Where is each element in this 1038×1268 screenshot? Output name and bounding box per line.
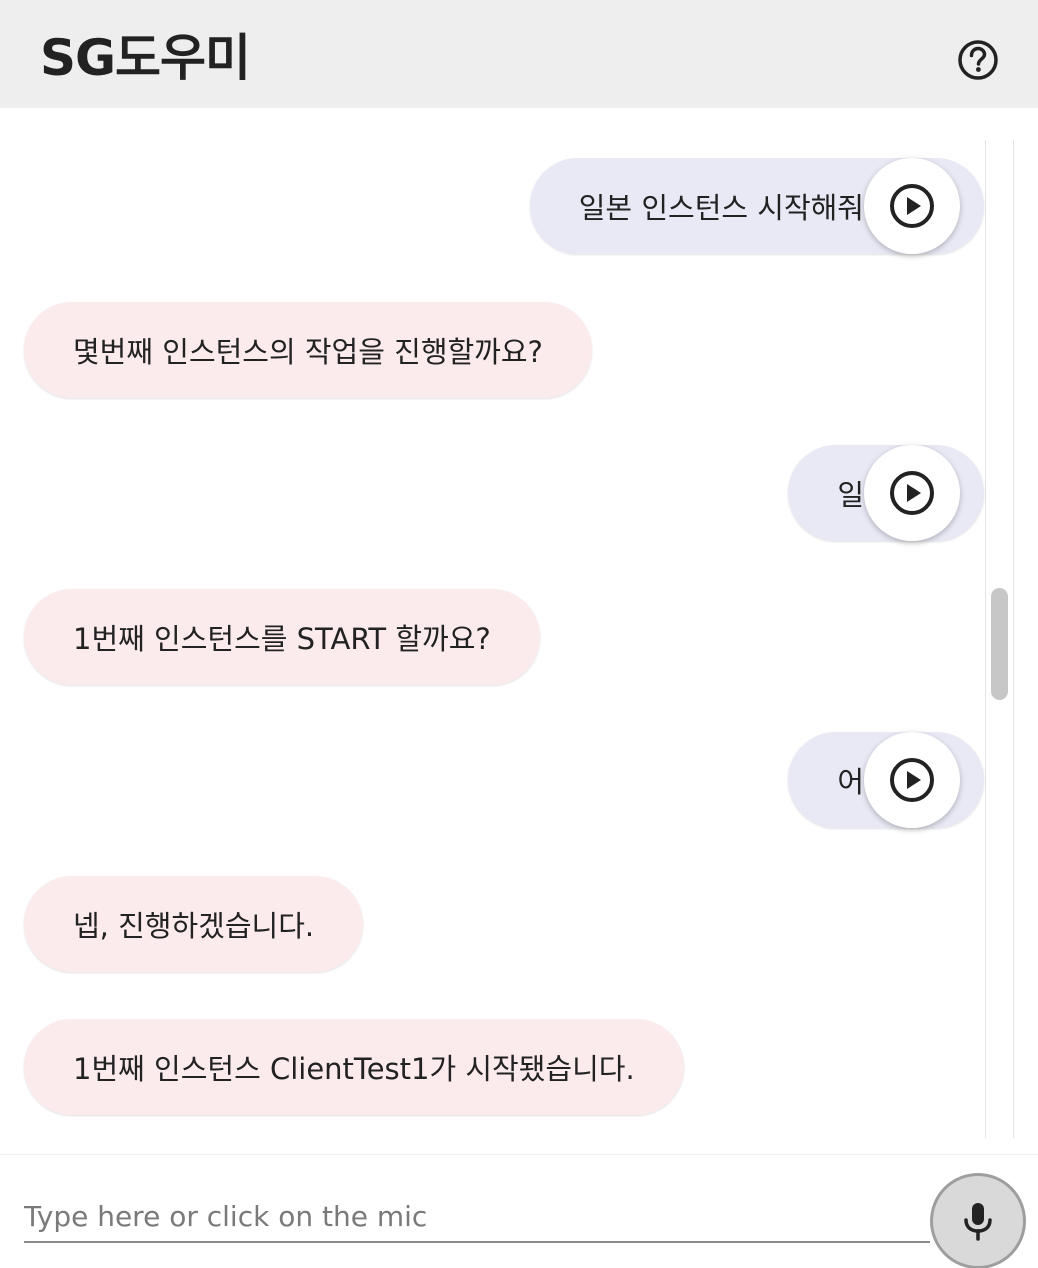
user-message: 일본 인스턴스 시작해줘 — [529, 158, 984, 254]
message-text: 일 — [837, 478, 864, 512]
bot-message: 넵, 진행하겠습니다. — [24, 876, 364, 972]
chat-history[interactable]: 일본 인스턴스 시작해줘 몇번째 인스턴스의 작업을 진행할까요? 일 1번째 … — [0, 108, 1038, 1154]
message-text: 1번째 인스턴스 ClientTest1가 시작됐습니다. — [73, 1052, 635, 1086]
play-audio-button[interactable] — [864, 158, 960, 254]
play-circle-icon — [890, 758, 934, 802]
message-text: 몇번째 인스턴스의 작업을 진행할까요? — [73, 335, 543, 369]
play-circle-icon — [890, 471, 934, 515]
user-message: 어 — [788, 732, 984, 828]
input-bar — [0, 1154, 1038, 1268]
message-text: 1번째 인스턴스를 START 할까요? — [73, 622, 491, 656]
bot-message: 1번째 인스턴스 ClientTest1가 시작됐습니다. — [24, 1019, 684, 1115]
bot-message: 몇번째 인스턴스의 작업을 진행할까요? — [24, 302, 592, 398]
bot-message: 1번째 인스턴스를 START 할까요? — [24, 589, 540, 685]
play-circle-icon — [890, 184, 934, 228]
help-circle-icon — [958, 40, 998, 80]
app-header: SG도우미 — [0, 0, 1038, 108]
message-input[interactable] — [24, 1191, 930, 1243]
app-title: SG도우미 — [40, 29, 251, 87]
play-audio-button[interactable] — [864, 445, 960, 541]
mic-button[interactable] — [930, 1173, 1026, 1268]
message-text: 일본 인스턴스 시작해줘 — [578, 191, 864, 225]
message-text: 어 — [837, 765, 864, 799]
help-button[interactable] — [954, 36, 1002, 84]
play-audio-button[interactable] — [864, 732, 960, 828]
microphone-icon — [964, 1203, 992, 1241]
scrollbar-thumb[interactable] — [991, 588, 1008, 700]
message-text: 넵, 진행하겠습니다. — [73, 909, 315, 943]
user-message: 일 — [788, 445, 984, 541]
